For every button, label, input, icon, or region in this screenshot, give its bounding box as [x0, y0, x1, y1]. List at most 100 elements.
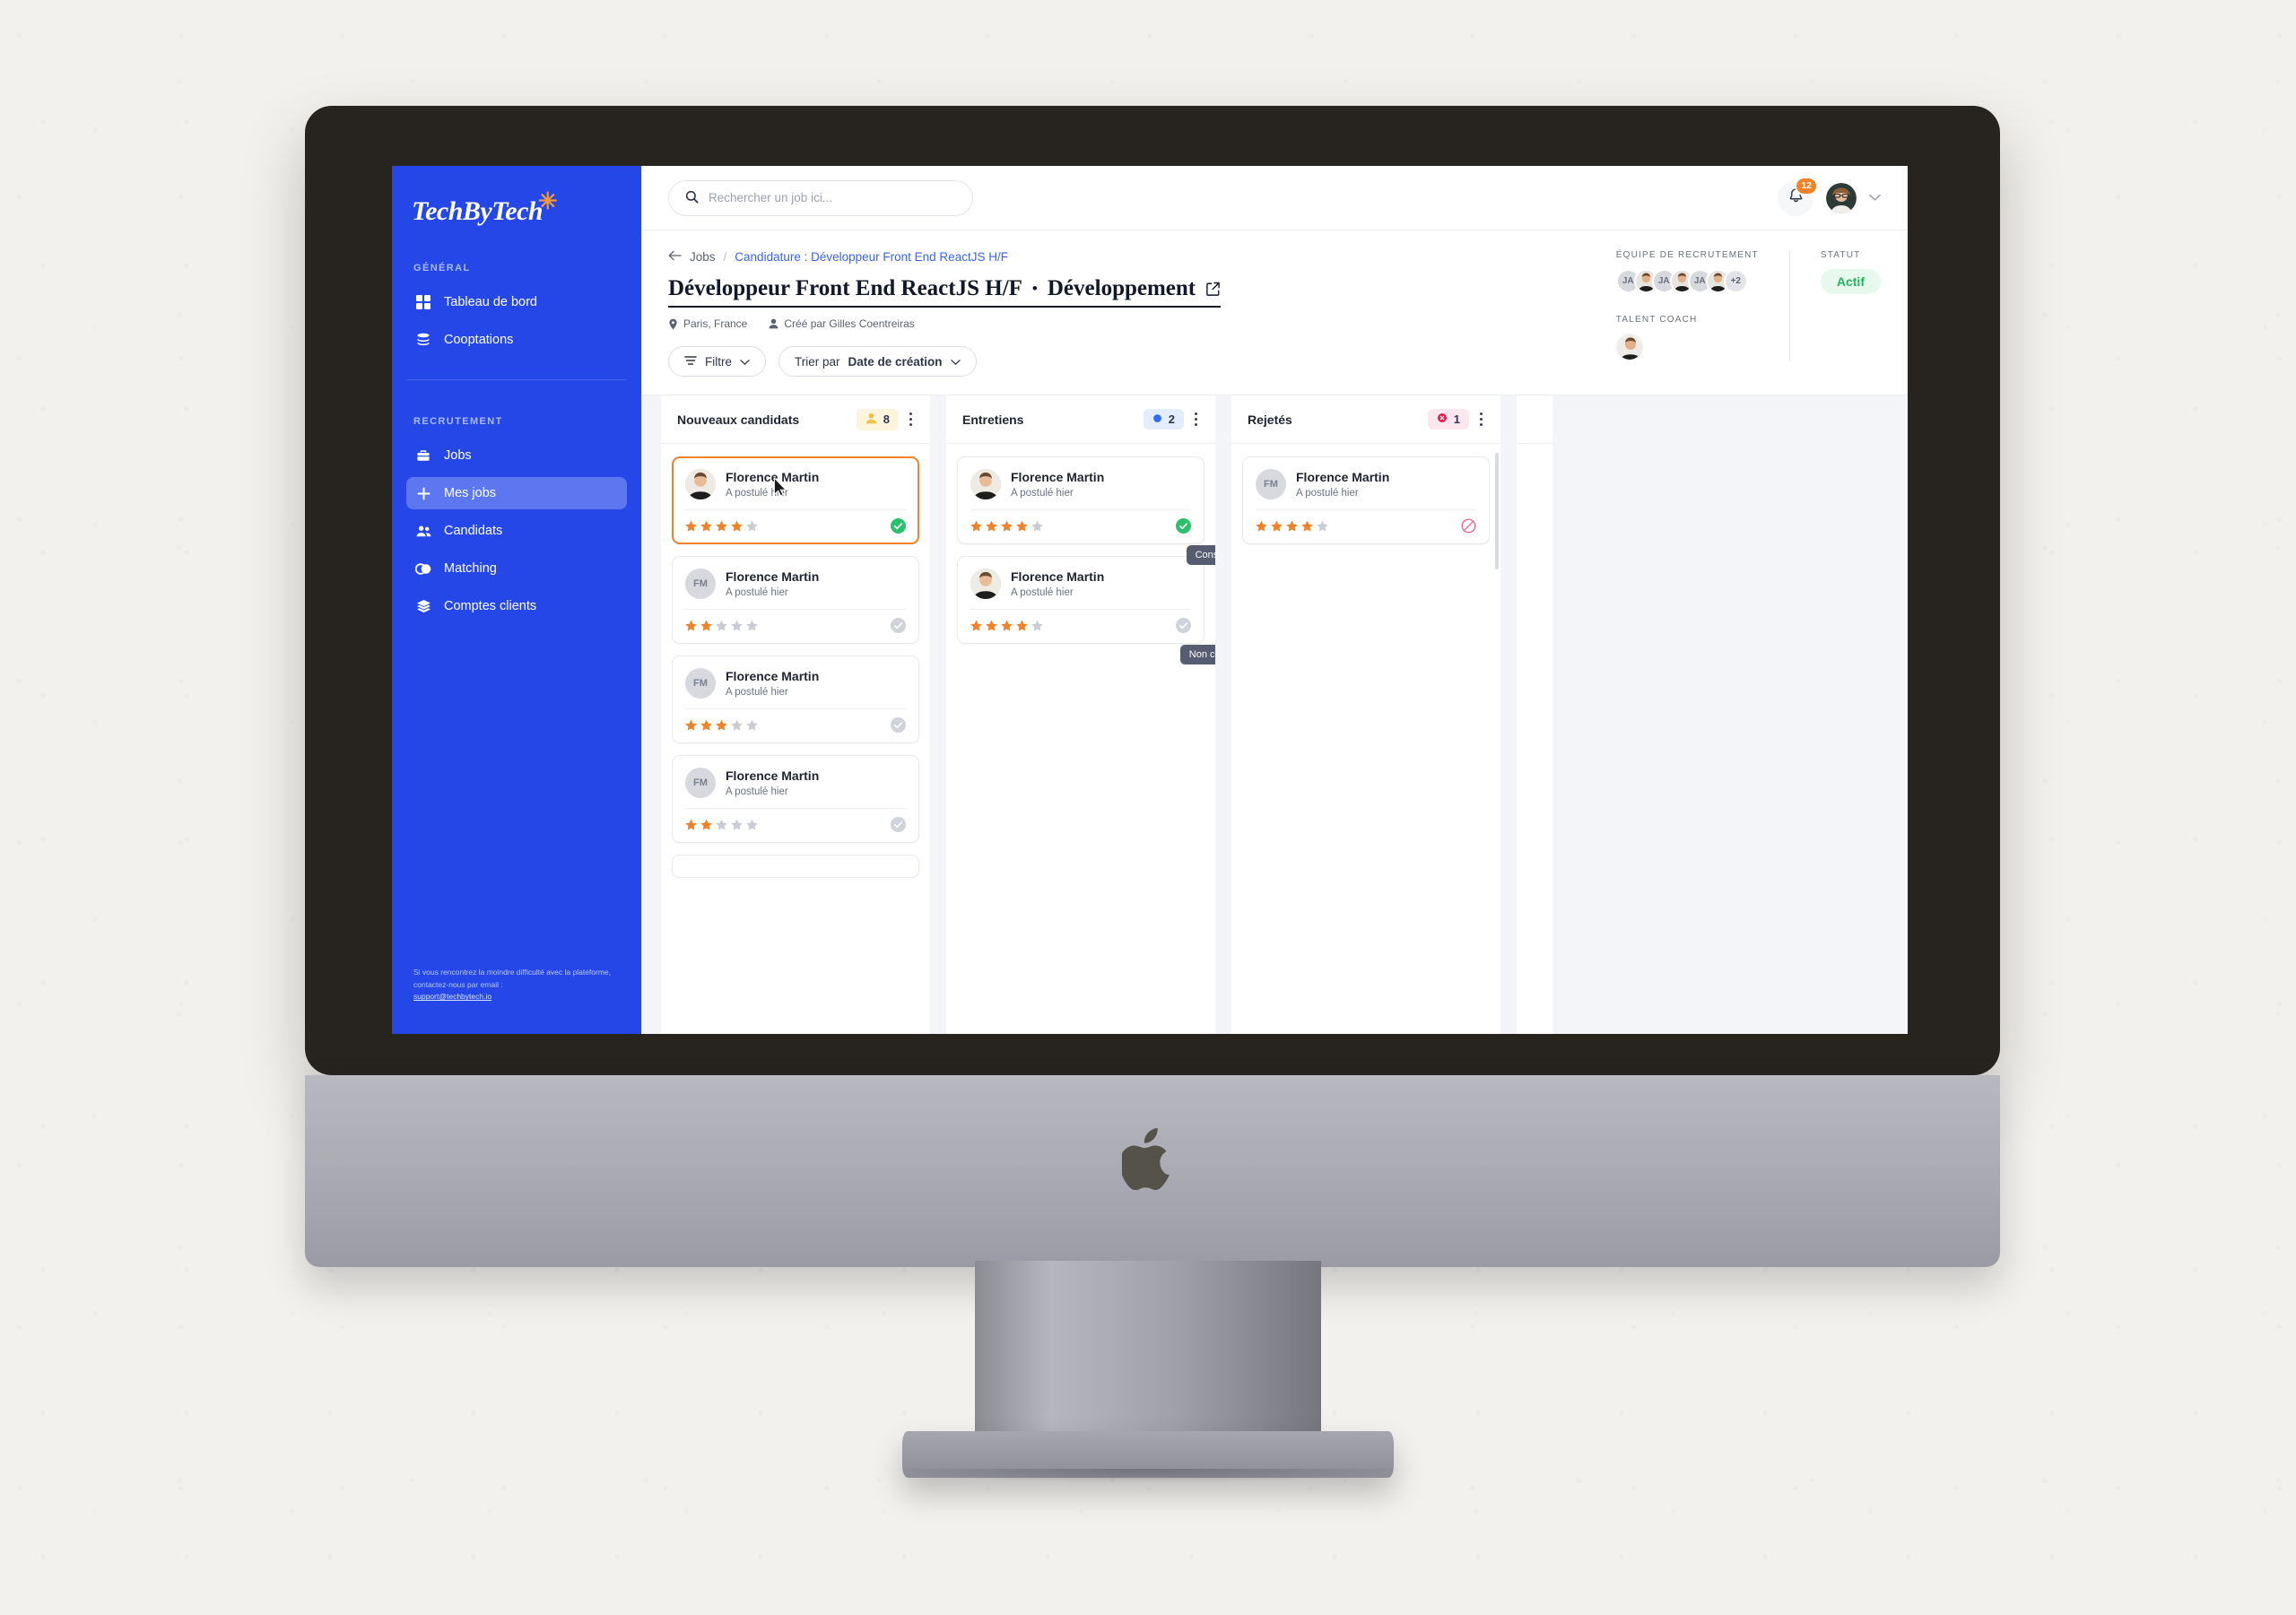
- candidate-card[interactable]: Florence Martin A postulé hier: [672, 456, 919, 544]
- grid-icon: [415, 294, 431, 310]
- filter-button[interactable]: Filtre: [668, 346, 766, 377]
- candidate-applied: A postulé hier: [726, 487, 788, 499]
- tooltip-consulted: Consulté: [1186, 545, 1215, 565]
- search-placeholder: Rechercher un job ici...: [709, 191, 833, 204]
- rating-stars[interactable]: [685, 819, 758, 830]
- talent-coach-label: TALENT COACH: [1615, 315, 1698, 325]
- team-overflow-count[interactable]: +2: [1723, 269, 1748, 293]
- brand-logo[interactable]: TechByTech ✳: [392, 166, 641, 227]
- sidebar-item-jobs[interactable]: Jobs: [406, 439, 627, 472]
- column-title: Entretiens: [962, 412, 1024, 427]
- card-header: Florence Martin A postulé hier: [970, 469, 1191, 499]
- breadcrumb-current[interactable]: Candidature : Développeur Front End Reac…: [735, 250, 1008, 264]
- candidate-name: Florence Martin: [726, 669, 820, 684]
- page-header: Jobs / Candidature : Développeur Front E…: [641, 230, 1908, 395]
- dot-blue-icon: [1152, 412, 1162, 426]
- candidate-applied: A postulé hier: [726, 786, 788, 797]
- job-info-panel: ÉQUIPE DE RECRUTEMENT JA JA JA +2 TALENT…: [1615, 250, 1881, 360]
- column-menu-button[interactable]: [1469, 412, 1493, 426]
- imac-device: TechByTech ✳ GÉNÉRAL Tableau de bord Coop…: [0, 0, 2296, 1615]
- sidebar-support-email-link[interactable]: support@techbytech.io: [413, 992, 491, 1001]
- external-link-icon[interactable]: [1205, 282, 1221, 297]
- sidebar-item-matching[interactable]: Matching: [406, 552, 627, 585]
- recruitment-team-avatars: JA JA JA +2: [1615, 269, 1759, 293]
- card-footer: [685, 618, 906, 633]
- title-bullet: •: [1031, 280, 1038, 297]
- column-header: [1517, 395, 1552, 444]
- candidate-card[interactable]: FM Florence Martin A postulé hier: [1242, 456, 1490, 544]
- column-header: Rejetés 1: [1231, 395, 1500, 444]
- column-title: Rejetés: [1248, 412, 1292, 427]
- plus-icon: [415, 485, 431, 501]
- candidate-applied: A postulé hier: [1296, 487, 1359, 499]
- status-not-consulted-icon[interactable]: [891, 618, 906, 633]
- rating-stars[interactable]: [685, 719, 758, 731]
- status-consulted-icon[interactable]: [1176, 518, 1191, 534]
- breadcrumb-back-label[interactable]: Jobs: [690, 250, 716, 264]
- sidebar-item-label: Tableau de bord: [444, 295, 537, 309]
- database-icon: [415, 332, 431, 348]
- chevron-down-icon[interactable]: [1869, 190, 1881, 206]
- sidebar-item-label: Candidats: [444, 524, 503, 538]
- board-column-entretiens: Entretiens 2 Florence Martin A postulé h…: [946, 395, 1215, 1034]
- search-input[interactable]: Rechercher un job ici...: [668, 179, 973, 216]
- column-title: Nouveaux candidats: [677, 412, 800, 427]
- status-rejected-icon[interactable]: [1461, 518, 1476, 534]
- column-body[interactable]: [1517, 444, 1552, 1034]
- column-menu-button[interactable]: [899, 412, 923, 426]
- column-body[interactable]: Florence Martin A postulé hier: [946, 444, 1215, 1034]
- card-divider: [685, 708, 906, 709]
- sidebar-item-candidats[interactable]: Candidats: [406, 515, 627, 547]
- notifications-button[interactable]: 12: [1778, 176, 1818, 216]
- brand-name: TechByTech: [412, 196, 544, 226]
- sidebar-item-comptes-clients[interactable]: Comptes clients: [406, 590, 627, 622]
- nav-section-general: GÉNÉRAL Tableau de bord Cooptations: [392, 227, 641, 380]
- rating-stars[interactable]: [970, 620, 1043, 631]
- back-arrow-icon[interactable]: [668, 250, 682, 264]
- candidate-card[interactable]: Florence Martin A postulé hier: [957, 556, 1215, 664]
- column-body[interactable]: FM Florence Martin A postulé hier: [1231, 444, 1500, 1034]
- rating-stars[interactable]: [685, 620, 758, 631]
- candidate-card[interactable]: FM Florence Martin A postulé hier: [672, 656, 919, 743]
- candidate-card[interactable]: FM Florence Martin A postulé hier: [672, 556, 919, 644]
- card-header: FM Florence Martin A postulé hier: [1256, 469, 1476, 499]
- column-scrollbar[interactable]: [1495, 453, 1499, 569]
- card-footer: [685, 717, 906, 733]
- card-identity: Florence Martin A postulé hier: [726, 470, 819, 499]
- column-body[interactable]: Florence Martin A postulé hier: [661, 444, 930, 1034]
- monitor-foot: [881, 1431, 1415, 1483]
- card-header: FM Florence Martin A postulé hier: [685, 768, 906, 798]
- rating-stars[interactable]: [685, 520, 758, 532]
- avatar: [970, 569, 1001, 599]
- avatar-initials: FM: [685, 768, 716, 798]
- status-not-consulted-icon[interactable]: [1176, 618, 1191, 633]
- sidebar-item-tableau-de-bord[interactable]: Tableau de bord: [406, 286, 627, 318]
- status-not-consulted-icon[interactable]: [891, 717, 906, 733]
- status-block: STATUT Actif: [1820, 250, 1881, 294]
- matching-icon: [415, 560, 431, 577]
- avatar-initials: FM: [685, 668, 716, 699]
- topbar-right: 12: [1778, 176, 1881, 216]
- sidebar-item-mes-jobs[interactable]: Mes jobs: [406, 477, 627, 509]
- candidate-card[interactable]: Florence Martin A postulé hier: [957, 456, 1215, 565]
- location-text: Paris, France: [683, 317, 748, 330]
- card-divider: [1256, 509, 1476, 510]
- talent-coach-avatar[interactable]: [1615, 334, 1643, 360]
- creator-meta: Créé par Gilles Coentreiras: [769, 317, 915, 330]
- location-meta: Paris, France: [668, 317, 747, 330]
- avatar[interactable]: [1826, 182, 1857, 213]
- candidate-card-partial[interactable]: [672, 855, 919, 878]
- sort-button[interactable]: Trier par Date de création: [778, 346, 977, 377]
- rating-stars[interactable]: [970, 520, 1043, 532]
- column-header: Entretiens 2: [946, 395, 1215, 444]
- candidate-card[interactable]: FM Florence Martin A postulé hier: [672, 755, 919, 843]
- sidebar-item-cooptations[interactable]: Cooptations: [406, 324, 627, 356]
- rating-stars[interactable]: [1256, 520, 1328, 532]
- column-menu-button[interactable]: [1184, 412, 1208, 426]
- card-identity: Florence Martin A postulé hier: [726, 768, 819, 797]
- status-not-consulted-icon[interactable]: [891, 817, 906, 832]
- status-consulted-icon[interactable]: [891, 518, 906, 534]
- briefcase-icon: [415, 447, 431, 464]
- column-count-badge: 1: [1427, 409, 1469, 430]
- avatar-initials: FM: [685, 569, 716, 599]
